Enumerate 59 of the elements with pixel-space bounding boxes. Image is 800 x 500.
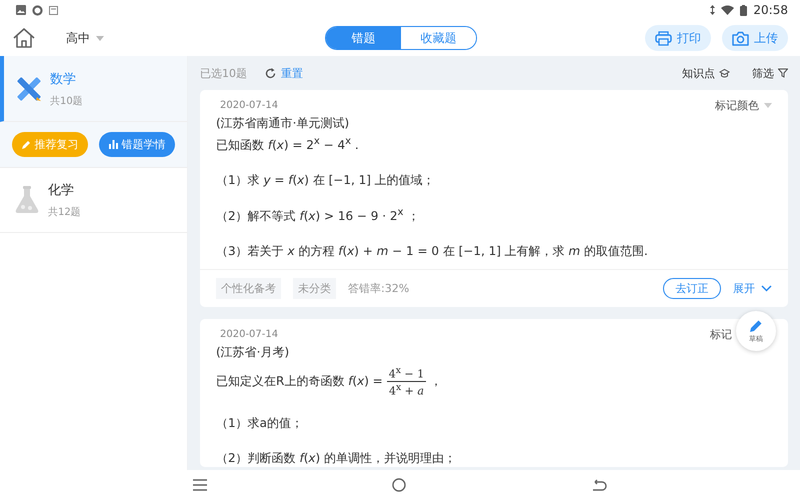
image-icon [16,5,26,15]
bar-chart-icon [108,140,118,149]
tab[interactable]: 错题 [326,27,401,49]
subject-item[interactable]: 数学 共10题 [0,56,187,122]
upload-button[interactable]: 上传 [722,25,788,51]
filter-button[interactable]: 筛选 [752,66,788,80]
tag: 个性化备考 [216,278,281,299]
menu-icon[interactable] [192,479,207,491]
sub-question: （3）若关于 x 的方程 f(x) + m − 1 = 0 在 [−1, 1] 上有解，求 m 的取值范围. [216,243,649,260]
refresh-icon [265,68,276,78]
pencil-icon [749,318,763,332]
knowledge-point-button[interactable]: 知识点 [682,66,730,80]
sub-question: （1）求 y = f(x) 在 [−1, 1] 上的值域； [216,172,436,189]
tag: 未分类 [293,278,336,299]
question-date: 2020-07-14 [220,329,278,340]
reset-button[interactable]: 重置 [265,66,303,80]
question-date: 2020-07-14 [220,100,278,111]
cap-icon [719,68,730,78]
subject-name: 化学 [48,182,75,199]
expand-button[interactable]: 展开 [733,281,772,296]
mark-color-dropdown[interactable]: 标记 [710,327,732,342]
question-source: (江苏省南通市·单元测试) [216,115,350,132]
square-icon [49,6,58,14]
question-count: 共12题 [48,206,81,219]
flask-icon [14,186,40,214]
caret-icon [96,36,104,40]
data-arrows-icon [710,5,716,15]
printer-icon [655,30,672,46]
status-time: 20:58 [753,3,788,17]
grade-dropdown[interactable]: 高中 [66,30,104,46]
circle-icon [32,4,43,16]
selected-count: 已选10题 [200,66,247,80]
subject-item[interactable]: 化学 共12题 [0,168,187,233]
sub-question: （2）解不等式 f(x) > 16 − 9 · 2$^{x}$ ； [216,207,420,225]
back-icon[interactable] [591,479,608,491]
subject-name: 数学 [50,70,77,88]
home-icon[interactable] [12,27,36,49]
caret-icon [764,103,772,108]
correct-button[interactable]: 去订正 [663,278,721,299]
battery-icon [740,4,748,16]
funnel-icon [778,68,788,78]
question-source: (江苏省·月考) [216,344,290,361]
question-stem: 已知定义在R上的奇函数 f(x) = [216,372,383,390]
chevron-down-icon [761,285,772,292]
sub-question: （2）判断函数 f(x) 的单调性，并说明理由； [216,450,457,468]
mark-color-dropdown[interactable]: 标记颜色 [715,98,772,113]
home-circle-icon[interactable] [392,478,406,492]
pencil-icon [22,140,30,149]
wifi-icon [721,5,734,15]
question-stem: 已知函数 f(x) = 2$^{x}$ − 4$^{x}$ . [216,136,360,154]
review-button[interactable]: 推荐复习 [12,132,88,157]
sub-question: （1）求a的值； [216,415,304,432]
print-button[interactable]: 打印 [645,25,711,51]
stats-button[interactable]: 错题学情 [99,132,175,157]
camera-icon [732,30,749,46]
error-rate: 答错率:32% [348,281,410,296]
punctuation: ， [430,372,442,390]
question-count: 共10题 [50,94,83,108]
fraction-formula: 4$^{x}$ − 1 4$^{x}$ + a [386,365,426,398]
